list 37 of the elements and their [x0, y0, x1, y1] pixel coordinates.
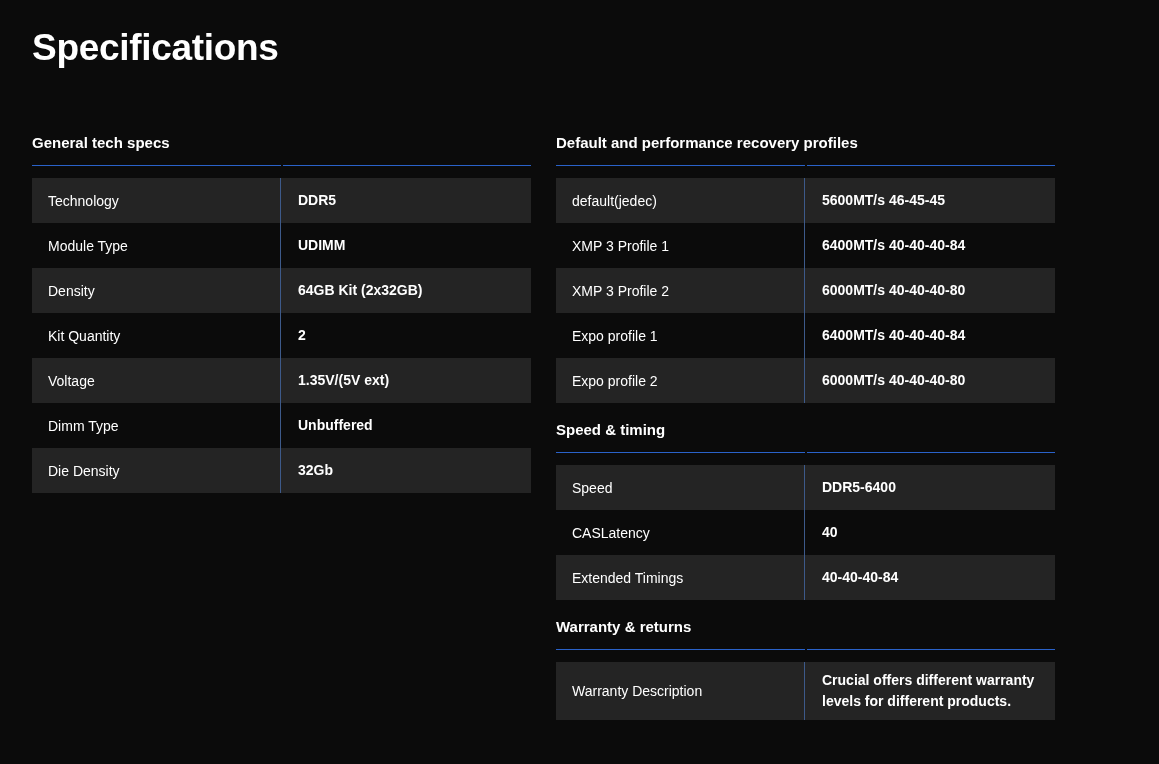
- spec-label: CASLatency: [572, 524, 650, 541]
- spec-value: Unbuffered: [298, 416, 373, 435]
- spec-label: XMP 3 Profile 1: [572, 237, 669, 254]
- spec-value: DDR5: [298, 191, 337, 210]
- spec-label: Kit Quantity: [48, 327, 121, 344]
- spec-value: 1.35V/(5V ext): [298, 371, 390, 390]
- spec-value: UDIMM: [298, 236, 346, 255]
- spec-label: Voltage: [48, 372, 95, 389]
- spec-value: 5600MT/s 46-45-45: [822, 191, 945, 210]
- spec-label: XMP 3 Profile 2: [572, 282, 669, 299]
- spec-label: default(jedec): [572, 192, 657, 209]
- spec-label: Density: [48, 282, 95, 299]
- page-title: Specifications: [32, 26, 280, 70]
- spec-label: Module Type: [48, 237, 128, 254]
- spec-value: 40-40-40-84: [822, 568, 899, 587]
- spec-label: Expo profile 2: [572, 372, 658, 389]
- spec-value: DDR5-6400: [822, 478, 896, 497]
- spec-label: Extended Timings: [572, 569, 684, 586]
- spec-value: 6000MT/s 40-40-40-80: [822, 371, 966, 390]
- spec-value: 6400MT/s 40-40-40-84: [822, 326, 966, 345]
- spec-label: Warranty Description: [572, 683, 703, 699]
- spec-label: Expo profile 1: [572, 327, 658, 344]
- spec-value: 32Gb: [298, 461, 333, 480]
- spec-value: 2: [298, 326, 306, 345]
- spec-value: 6400MT/s 40-40-40-84: [822, 236, 966, 255]
- spec-value: 40: [822, 523, 838, 542]
- spec-value: 6000MT/s 40-40-40-80: [822, 281, 966, 300]
- spec-label: Dimm Type: [48, 417, 119, 434]
- section-heading: Default and performance recovery profiles: [556, 134, 859, 153]
- spec-label: Technology: [48, 192, 119, 209]
- spec-label: Die Density: [48, 462, 120, 479]
- section-heading: Speed & timing: [556, 421, 667, 440]
- spec-label: Speed: [572, 479, 613, 496]
- section-heading: General tech specs: [32, 134, 171, 153]
- spec-value: Crucial offers different warranty levels for different products.: [822, 671, 1036, 711]
- section-heading: Warranty & returns: [556, 618, 693, 637]
- spec-value: 64GB Kit (2x32GB): [298, 281, 423, 300]
